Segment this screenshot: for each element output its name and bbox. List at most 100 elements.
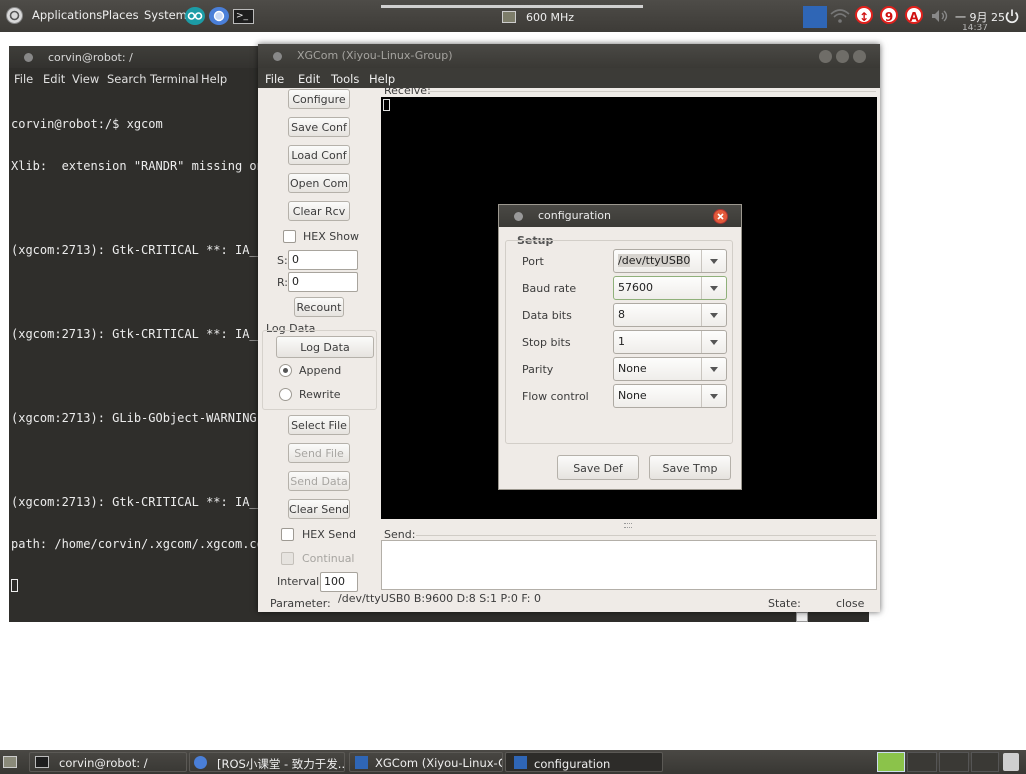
- xgcom-menu-edit[interactable]: Edit: [298, 72, 320, 86]
- flow-control-combo[interactable]: None: [613, 384, 727, 408]
- task-configuration[interactable]: configuration: [505, 752, 663, 772]
- stop-bits-combo[interactable]: 1: [613, 330, 727, 354]
- input-method-badge[interactable]: A: [905, 6, 923, 24]
- chevron-down-icon[interactable]: [701, 331, 726, 353]
- xgcom-menu-file[interactable]: File: [265, 72, 284, 86]
- terminal-line: Xlib: extension "RANDR" missing on: [11, 159, 264, 173]
- workspace-switcher-2[interactable]: [907, 752, 937, 772]
- arduino-launcher-icon[interactable]: [185, 7, 205, 25]
- workspace-switcher-active[interactable]: [877, 752, 905, 772]
- power-icon[interactable]: [1004, 8, 1020, 24]
- send-data-button[interactable]: Send Data: [288, 471, 350, 491]
- menu-places[interactable]: Places: [102, 8, 139, 22]
- terminal-menu-terminal[interactable]: Terminal: [150, 72, 199, 86]
- chevron-down-icon[interactable]: [701, 277, 726, 299]
- pane-resize-grip[interactable]: [624, 523, 632, 528]
- terminal-title: corvin@robot: /: [48, 51, 133, 64]
- terminal-scroll-arrow-icon[interactable]: [796, 612, 808, 622]
- baud-rate-label: Baud rate: [522, 282, 577, 295]
- port-label: Port: [522, 255, 544, 268]
- workspace-switcher-4[interactable]: [971, 752, 999, 772]
- menu-system[interactable]: System: [144, 8, 187, 22]
- cpu-frequency[interactable]: 600 MHz: [526, 11, 574, 24]
- window-menu-icon[interactable]: [24, 53, 33, 62]
- save-tmp-button[interactable]: Save Tmp: [649, 455, 731, 480]
- terminal-menu-help[interactable]: Help: [201, 72, 227, 86]
- terminal-menu-view[interactable]: View: [72, 72, 99, 86]
- log-data-button[interactable]: Log Data: [276, 336, 374, 358]
- menu-applications[interactable]: Applications: [32, 8, 102, 22]
- workspace-switcher-3[interactable]: [939, 752, 969, 772]
- append-radio[interactable]: [279, 364, 292, 377]
- bottom-taskbar: corvin@robot: / [ROS小课堂 - 致力于发... XGCom …: [0, 750, 1026, 774]
- task-terminal[interactable]: corvin@robot: /: [29, 752, 187, 772]
- baud-rate-combo[interactable]: 57600: [613, 276, 727, 300]
- open-com-button[interactable]: Open Com: [288, 173, 350, 193]
- flow-control-label: Flow control: [522, 390, 589, 403]
- chevron-down-icon[interactable]: [701, 250, 726, 272]
- r-count-field[interactable]: 0: [288, 272, 358, 292]
- rewrite-radio[interactable]: [279, 388, 292, 401]
- window-menu-icon[interactable]: [514, 212, 523, 221]
- chevron-down-icon[interactable]: [701, 358, 726, 380]
- volume-icon[interactable]: [930, 9, 950, 23]
- hex-send-label: HEX Send: [302, 528, 356, 541]
- s-count-field[interactable]: 0: [288, 250, 358, 270]
- terminal-launcher-icon[interactable]: >_: [233, 9, 254, 24]
- clear-send-button[interactable]: Clear Send: [288, 499, 350, 519]
- tray-number-badge[interactable]: 9: [880, 6, 898, 24]
- hex-show-checkbox[interactable]: [283, 230, 296, 243]
- hex-send-checkbox[interactable]: [281, 528, 294, 541]
- save-conf-button[interactable]: Save Conf: [288, 117, 350, 137]
- save-def-button[interactable]: Save Def: [557, 455, 639, 480]
- minimize-button[interactable]: [819, 50, 832, 63]
- receive-cursor: [383, 99, 390, 111]
- interval-field[interactable]: 100: [320, 572, 358, 592]
- wifi-icon[interactable]: [829, 8, 851, 24]
- port-combo[interactable]: /dev/ttyUSB0: [613, 249, 727, 273]
- send-input[interactable]: [381, 540, 877, 590]
- parameter-label: Parameter:: [270, 597, 331, 610]
- data-bits-combo[interactable]: 8: [613, 303, 727, 327]
- receive-divider: [428, 91, 876, 92]
- recount-button[interactable]: Recount: [294, 297, 344, 317]
- terminal-output[interactable]: corvin@robot:/$ xgcom Xlib: extension "R…: [11, 89, 271, 620]
- close-button[interactable]: [853, 50, 866, 63]
- terminal-menu-edit[interactable]: Edit: [43, 72, 65, 86]
- chevron-down-icon[interactable]: [701, 385, 726, 407]
- terminal-cursor: [11, 579, 18, 592]
- xgcom-titlebar[interactable]: XGCom (Xiyou-Linux-Group): [258, 44, 880, 68]
- task-xgcom[interactable]: XGCom (Xiyou-Linux-G...: [349, 752, 503, 772]
- configure-button[interactable]: Configure: [288, 89, 350, 109]
- trash-icon[interactable]: [1003, 753, 1019, 771]
- configuration-dialog[interactable]: configuration Setup Port /dev/ttyUSB0 Ba…: [498, 204, 742, 490]
- terminal-menu-search[interactable]: Search: [107, 72, 147, 86]
- close-button[interactable]: [713, 209, 728, 224]
- port-value: /dev/ttyUSB0: [618, 254, 691, 267]
- state-label: State:: [768, 597, 801, 610]
- task-browser[interactable]: [ROS小课堂 - 致力于发...: [189, 752, 345, 772]
- terminal-icon: [35, 756, 49, 768]
- parity-value: None: [618, 362, 647, 375]
- continual-checkbox[interactable]: [281, 552, 294, 565]
- parity-combo[interactable]: None: [613, 357, 727, 381]
- continual-label: Continual: [302, 552, 355, 565]
- xgcom-icon: [514, 756, 527, 769]
- updown-arrow-icon[interactable]: ↕: [855, 6, 873, 24]
- xgcom-menu-tools[interactable]: Tools: [331, 72, 359, 86]
- configuration-titlebar[interactable]: configuration: [499, 205, 741, 227]
- window-menu-icon[interactable]: [273, 52, 282, 61]
- send-file-button[interactable]: Send File: [288, 443, 350, 463]
- chevron-down-icon[interactable]: [701, 304, 726, 326]
- terminal-menu-file[interactable]: File: [14, 72, 33, 86]
- maximize-button[interactable]: [836, 50, 849, 63]
- clock-date[interactable]: 一 9月 25: [955, 9, 1005, 25]
- load-conf-button[interactable]: Load Conf: [288, 145, 350, 165]
- select-file-button[interactable]: Select File: [288, 415, 350, 435]
- xgcom-tray-icon[interactable]: [803, 6, 827, 28]
- clear-rcv-button[interactable]: Clear Rcv: [288, 201, 350, 221]
- show-desktop-icon[interactable]: [3, 756, 17, 768]
- chromium-launcher-icon[interactable]: [209, 7, 229, 25]
- ubuntu-logo-icon[interactable]: [6, 7, 23, 24]
